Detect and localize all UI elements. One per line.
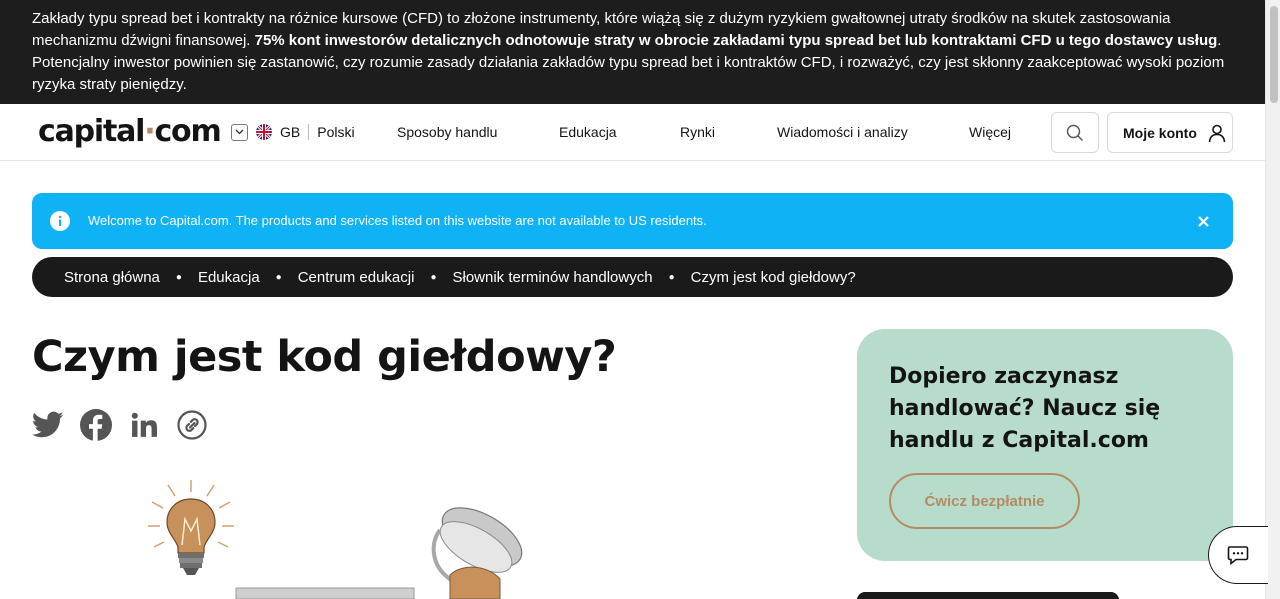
hourglass-icon [431, 507, 523, 599]
promo-title: Dopiero zaczynasz handlować? Naucz się h… [889, 364, 1161, 453]
risk-warning-bold: 75% kont inwestorów detalicznych odnotow… [254, 32, 1218, 49]
uk-flag-icon [256, 124, 272, 140]
linkedin-icon[interactable] [128, 409, 160, 441]
page-scrollbar[interactable] [1265, 0, 1280, 599]
site-header: capital·com GB Polski Sposoby handlu Edu… [0, 104, 1265, 161]
my-account-button[interactable]: Moje konto [1107, 112, 1233, 153]
search-button[interactable] [1051, 112, 1099, 153]
practice-free-button[interactable]: Ćwicz bezpłatnie [889, 473, 1080, 529]
region-code: GB [280, 124, 301, 140]
article-illustration [140, 475, 540, 599]
breadcrumb-separator: ● [175, 271, 182, 283]
nav-wiecej[interactable]: Więcej [969, 123, 1011, 141]
divider [308, 124, 310, 140]
nav-edukacja[interactable]: Edukacja [559, 123, 617, 141]
capital-logo[interactable]: capital·com [38, 114, 222, 150]
scrollbar-thumb[interactable] [1270, 6, 1278, 103]
breadcrumb-home[interactable]: Strona główna [64, 269, 160, 286]
next-promo-card [857, 592, 1119, 599]
nav-rynki[interactable]: Rynki [680, 123, 715, 141]
search-icon [1066, 124, 1083, 141]
breadcrumb-separator: ● [668, 271, 675, 283]
link-icon[interactable] [176, 409, 208, 441]
breadcrumb-centrum[interactable]: Centrum edukacji [298, 269, 415, 286]
breadcrumb-separator: ● [275, 271, 282, 283]
risk-warning-banner: Zakłady typu spread bet i kontrakty na r… [0, 0, 1265, 104]
logo-text-end: com [154, 114, 221, 149]
language-selector[interactable]: GB Polski [231, 123, 355, 141]
learn-trading-promo: Dopiero zaczynasz handlować? Naucz się h… [857, 329, 1233, 561]
info-icon [50, 211, 70, 231]
user-icon [1208, 124, 1226, 142]
account-label: Moje konto [1123, 124, 1197, 141]
logo-dot: · [144, 114, 155, 149]
close-icon[interactable] [1193, 211, 1213, 231]
twitter-icon[interactable] [32, 409, 64, 441]
lightbulb-icon [148, 480, 234, 575]
us-residents-notice: Welcome to Capital.com. The products and… [32, 193, 1233, 249]
chat-widget-button[interactable] [1208, 526, 1268, 584]
social-share [32, 409, 208, 441]
chat-icon [1227, 546, 1249, 566]
notice-text: Welcome to Capital.com. The products and… [88, 213, 707, 228]
facebook-icon[interactable] [80, 409, 112, 441]
page-title: Czym jest kod giełdowy? [32, 332, 617, 382]
breadcrumb-slownik[interactable]: Słownik terminów handlowych [452, 269, 652, 286]
nav-sposoby-handlu[interactable]: Sposoby handlu [397, 123, 497, 141]
breadcrumb-edukacja[interactable]: Edukacja [198, 269, 260, 286]
language-label: Polski [317, 124, 355, 140]
breadcrumb: Strona główna ● Edukacja ● Centrum eduka… [32, 257, 1233, 297]
breadcrumb-separator: ● [430, 271, 437, 283]
chevron-down-icon [231, 123, 248, 141]
nav-wiadomosci[interactable]: Wiadomości i analizy [777, 123, 908, 141]
logo-text: capital [38, 114, 145, 149]
breadcrumb-current: Czym jest kod giełdowy? [690, 268, 856, 286]
